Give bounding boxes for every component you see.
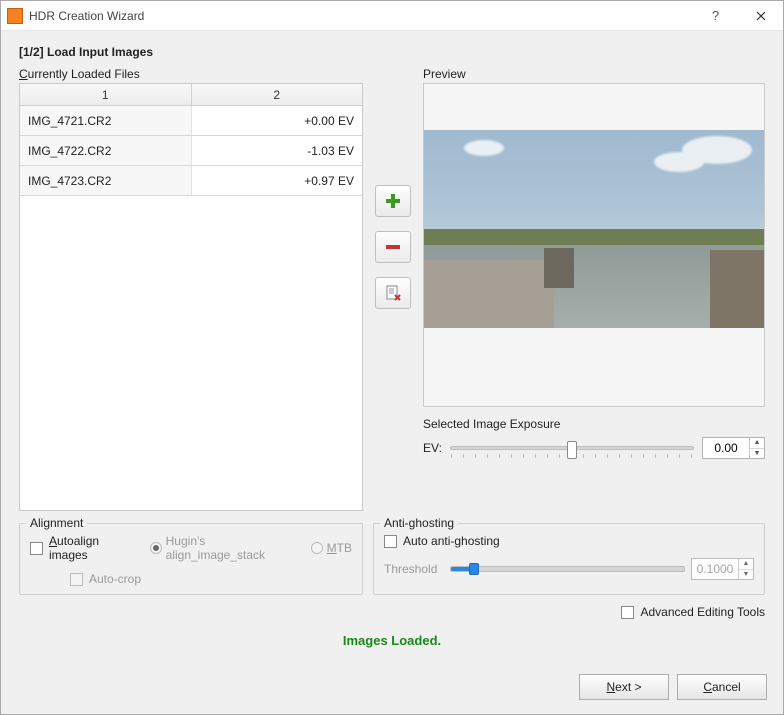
ev-spinbox[interactable]: ▲ ▼ (702, 437, 765, 459)
clear-files-button[interactable] (375, 277, 411, 309)
add-files-button[interactable] (375, 185, 411, 217)
file-ev-cell: +0.97 EV (192, 166, 363, 195)
file-ev-cell: -1.03 EV (192, 136, 363, 165)
threshold-step-up: ▲ (739, 559, 753, 570)
file-name-cell: IMG_4721.CR2 (20, 106, 192, 135)
table-row[interactable]: IMG_4721.CR2 +0.00 EV (20, 106, 362, 136)
table-row[interactable]: IMG_4722.CR2 -1.03 EV (20, 136, 362, 166)
plus-icon (385, 193, 401, 209)
ev-value-input[interactable] (703, 438, 749, 458)
exposure-label: Selected Image Exposure (423, 417, 765, 431)
preview-label: Preview (423, 67, 765, 81)
close-button[interactable] (738, 1, 783, 31)
table-row[interactable]: IMG_4723.CR2 +0.97 EV (20, 166, 362, 196)
file-ev-cell: +0.00 EV (192, 106, 363, 135)
threshold-step-down: ▼ (739, 570, 753, 580)
app-icon (7, 8, 23, 24)
hugin-label: Hugin's align_image_stack (166, 534, 299, 562)
threshold-slider (450, 566, 685, 572)
window-title: HDR Creation Wizard (29, 9, 144, 23)
document-delete-icon (385, 285, 401, 301)
threshold-spinbox: ▲ ▼ (691, 558, 754, 580)
dialog-button-bar: Next > Cancel (1, 664, 783, 714)
files-table: 1 2 IMG_4721.CR2 +0.00 EV IMG_4722.CR2 -… (19, 83, 363, 511)
close-icon (756, 11, 766, 21)
minus-icon (385, 239, 401, 255)
titlebar: HDR Creation Wizard ? (1, 1, 783, 31)
autocrop-label: Auto-crop (89, 572, 141, 586)
window-controls: ? (693, 1, 783, 31)
remove-file-button[interactable] (375, 231, 411, 263)
autoalign-label: Autoalign images (49, 534, 136, 562)
step-label: [1/2] Load Input Images (19, 45, 765, 59)
hugin-radio (150, 542, 162, 554)
cancel-button[interactable]: Cancel (677, 674, 767, 700)
mtb-radio (311, 542, 323, 554)
advanced-tools-checkbox[interactable] (621, 606, 634, 619)
mtb-label: MTB (327, 541, 352, 555)
preview-image (423, 83, 765, 407)
file-name-cell: IMG_4722.CR2 (20, 136, 192, 165)
threshold-value-input (692, 559, 738, 579)
status-message: Images Loaded. (19, 619, 765, 654)
file-name-cell: IMG_4723.CR2 (20, 166, 192, 195)
ev-step-up[interactable]: ▲ (750, 438, 764, 449)
ev-step-down[interactable]: ▼ (750, 449, 764, 459)
alignment-legend: Alignment (26, 516, 87, 530)
advanced-tools-label: Advanced Editing Tools (640, 605, 765, 619)
wizard-window: HDR Creation Wizard ? [1/2] Load Input I… (0, 0, 784, 715)
loaded-files-label: Currently Loaded Files (19, 67, 363, 81)
table-header-2[interactable]: 2 (192, 84, 363, 105)
threshold-label: Threshold (384, 562, 444, 576)
help-button[interactable]: ? (693, 1, 738, 31)
auto-antighost-label: Auto anti-ghosting (403, 534, 500, 548)
autoalign-checkbox[interactable] (30, 542, 43, 555)
auto-antighost-checkbox[interactable] (384, 535, 397, 548)
table-header-1[interactable]: 1 (20, 84, 192, 105)
antighost-legend: Anti-ghosting (380, 516, 458, 530)
ev-label: EV: (423, 441, 442, 455)
ev-slider[interactable] (450, 446, 694, 450)
next-button[interactable]: Next > (579, 674, 669, 700)
autocrop-checkbox (70, 573, 83, 586)
